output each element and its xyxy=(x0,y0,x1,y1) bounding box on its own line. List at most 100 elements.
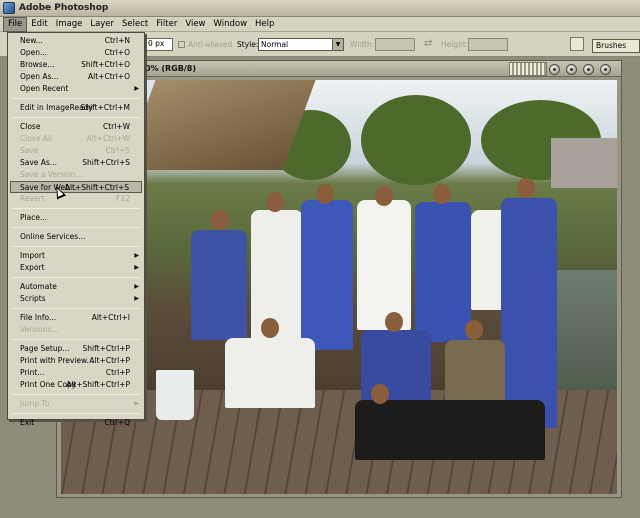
app-title: Adobe Photoshop xyxy=(19,3,109,13)
file-menu-item-print-with-preview[interactable]: Print with Preview... Alt+Ctrl+P xyxy=(8,355,144,367)
width-input[interactable] xyxy=(375,38,415,51)
maximize-button[interactable] xyxy=(583,64,594,75)
swap-arrows-icon[interactable]: ⇄ xyxy=(424,38,432,49)
menu-item-shortcut: Alt+Ctrl+P xyxy=(89,356,130,365)
photo-person xyxy=(357,200,411,330)
menu-item-label: Place... xyxy=(20,213,48,222)
menu-select[interactable]: Select xyxy=(118,18,152,31)
file-menu-item-import[interactable]: Import ▶ xyxy=(8,250,144,262)
anti-aliased-label: Anti-aliased xyxy=(188,40,233,49)
photo-bucket xyxy=(156,370,194,420)
menu-help[interactable]: Help xyxy=(251,18,278,31)
file-menu-item-close[interactable]: Close Ctrl+W xyxy=(8,121,144,133)
menu-item-label: Exit xyxy=(20,418,35,427)
file-menu-item-open-as[interactable]: Open As... Alt+Ctrl+O xyxy=(8,71,144,83)
style-select-value: Normal xyxy=(261,40,289,49)
drag-grip-icon[interactable] xyxy=(509,62,547,76)
menu-item-label: Open Recent xyxy=(20,84,69,93)
menu-item-shortcut: Ctrl+S xyxy=(105,146,130,155)
file-menu-item-automate[interactable]: Automate ▶ xyxy=(8,281,144,293)
file-menu-item-scripts[interactable]: Scripts ▶ xyxy=(8,293,144,305)
file-menu-item-versions: Versions... xyxy=(8,324,144,336)
menu-layer[interactable]: Layer xyxy=(86,18,118,31)
menu-item-label: Import xyxy=(20,251,45,260)
file-menu-dropdown: New... Ctrl+N Open... Ctrl+O Browse... Shift+… xyxy=(7,32,145,427)
photoshop-app-icon[interactable] xyxy=(3,2,15,14)
submenu-arrow-icon: ▶ xyxy=(134,283,139,290)
file-menu-item-save-as[interactable]: Save As... Shift+Ctrl+S xyxy=(8,157,144,169)
anti-aliased-checkbox[interactable] xyxy=(178,41,185,48)
photo-face xyxy=(385,312,403,332)
file-menu-item-new[interactable]: New... Ctrl+N xyxy=(8,35,144,47)
menu-item-shortcut: Ctrl+O xyxy=(104,48,130,57)
menu-separator xyxy=(12,208,140,209)
menu-item-label: Close All xyxy=(20,134,53,143)
document-title: 0% (RGB/8) xyxy=(145,64,196,73)
file-menu-item-place[interactable]: Place... xyxy=(8,212,144,224)
close-button[interactable] xyxy=(600,64,611,75)
style-select[interactable]: Normal ▼ xyxy=(258,38,344,51)
photo-hut-roof xyxy=(551,138,617,188)
menu-item-shortcut: Alt+Ctrl+W xyxy=(86,134,130,143)
menu-item-shortcut: Shift+Ctrl+M xyxy=(80,103,130,112)
menu-item-label: Page Setup... xyxy=(20,344,70,353)
submenu-arrow-icon: ▶ xyxy=(134,400,139,407)
submenu-arrow-icon: ▶ xyxy=(134,295,139,302)
menu-item-label: Close xyxy=(20,122,41,131)
photo-person xyxy=(501,198,557,428)
file-menu-item-edit-in-imageready[interactable]: Edit in ImageReady Shift+Ctrl+M xyxy=(8,102,144,114)
submenu-arrow-icon: ▶ xyxy=(134,252,139,259)
menu-separator xyxy=(12,308,140,309)
file-menu-item-print-one-copy[interactable]: Print One Copy Alt+Shift+Ctrl+P xyxy=(8,379,144,391)
submenu-arrow-icon: ▶ xyxy=(134,85,139,92)
file-menu-item-exit[interactable]: Exit Ctrl+Q xyxy=(8,417,144,429)
menu-separator xyxy=(12,227,140,228)
menu-file[interactable]: File xyxy=(3,16,28,32)
app-titlebar: Adobe Photoshop xyxy=(0,0,640,17)
menu-item-label: Save xyxy=(20,146,39,155)
photo-tree xyxy=(361,95,471,185)
photo-face xyxy=(316,184,334,204)
feather-input[interactable]: 0 px xyxy=(145,38,173,51)
file-menu-item-save-a-version: Save a Version... xyxy=(8,169,144,181)
file-menu-item-file-info[interactable]: File Info... Alt+Ctrl+I xyxy=(8,312,144,324)
menu-image[interactable]: Image xyxy=(52,18,87,31)
menu-item-shortcut: F12 xyxy=(116,194,130,203)
photo-face xyxy=(371,384,389,404)
minimize-button[interactable] xyxy=(549,64,560,75)
menu-item-label: Open... xyxy=(20,48,48,57)
menu-item-label: Save As... xyxy=(20,158,57,167)
menu-item-shortcut: Ctrl+P xyxy=(105,368,130,377)
file-menu-item-jump-to: Jump To ▶ xyxy=(8,398,144,410)
menu-separator xyxy=(12,277,140,278)
width-label: Width: xyxy=(350,40,375,49)
file-menu-item-save: Save Ctrl+S xyxy=(8,145,144,157)
height-input[interactable] xyxy=(468,38,508,51)
file-menu-item-page-setup[interactable]: Page Setup... Shift+Ctrl+P xyxy=(8,343,144,355)
menubar: File Edit Image Layer Select Filter View… xyxy=(0,16,640,32)
menu-item-shortcut: Shift+Ctrl+P xyxy=(82,344,130,353)
dropdown-arrow-icon: ▼ xyxy=(332,39,343,50)
menu-item-label: Save a Version... xyxy=(20,170,83,179)
menu-separator xyxy=(12,98,140,99)
photo-person xyxy=(301,200,353,350)
menu-item-label: Open As... xyxy=(20,72,59,81)
file-menu-item-browse[interactable]: Browse... Shift+Ctrl+O xyxy=(8,59,144,71)
restore-button[interactable] xyxy=(566,64,577,75)
style-label: Style: xyxy=(237,40,259,49)
file-menu-item-print[interactable]: Print... Ctrl+P xyxy=(8,367,144,379)
file-menu-item-export[interactable]: Export ▶ xyxy=(8,262,144,274)
brushes-tab[interactable]: Brushes xyxy=(592,39,640,53)
file-menu-item-online-services[interactable]: Online Services... xyxy=(8,231,144,243)
file-menu-item-open-recent[interactable]: Open Recent ▶ xyxy=(8,83,144,95)
file-menu-item-save-for-web[interactable]: Save for Web... Alt+Shift+Ctrl+S xyxy=(10,181,142,193)
height-label: Height: xyxy=(441,40,469,49)
menu-window[interactable]: Window xyxy=(210,18,252,31)
menu-filter[interactable]: Filter xyxy=(152,18,181,31)
menu-edit[interactable]: Edit xyxy=(27,18,51,31)
menu-view[interactable]: View xyxy=(181,18,209,31)
photo-person xyxy=(191,230,247,340)
palette-well-icon[interactable] xyxy=(570,37,584,51)
menu-item-shortcut: Alt+Shift+Ctrl+P xyxy=(66,380,130,389)
file-menu-item-open[interactable]: Open... Ctrl+O xyxy=(8,47,144,59)
